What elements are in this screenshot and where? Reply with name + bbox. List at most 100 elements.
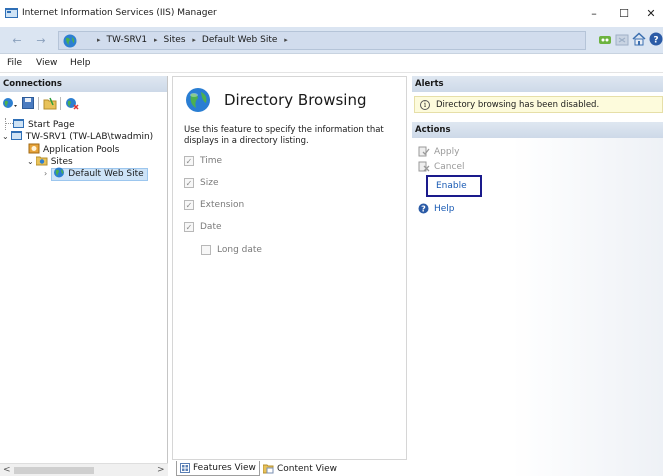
sites-folder-icon bbox=[35, 156, 48, 166]
back-button[interactable]: ← bbox=[6, 31, 28, 49]
option-time[interactable]: ✓ Time bbox=[184, 156, 222, 166]
chevron-right-icon[interactable]: › bbox=[44, 169, 47, 178]
breadcrumb-separator: ▸ bbox=[192, 36, 196, 44]
website-globe-icon bbox=[54, 167, 65, 178]
chevron-down-icon[interactable]: ⌄ bbox=[2, 132, 9, 141]
option-label-extension: Extension bbox=[200, 200, 245, 210]
checkbox-long-date[interactable] bbox=[201, 245, 211, 255]
title-bar: Internet Information Services (IIS) Mana… bbox=[0, 0, 663, 27]
tree-item-start-page[interactable]: Start Page bbox=[5, 118, 75, 130]
stop-icon[interactable] bbox=[615, 33, 629, 47]
view-tabs: Features View Content View bbox=[172, 460, 407, 476]
checkbox-extension[interactable]: ✓ bbox=[184, 200, 194, 210]
option-label-date: Date bbox=[200, 222, 222, 232]
checkbox-time[interactable]: ✓ bbox=[184, 156, 194, 166]
tree-selected-node[interactable]: Default Web Site bbox=[51, 167, 148, 181]
disconnect-icon[interactable] bbox=[65, 97, 79, 110]
horizontal-scrollbar[interactable]: < > bbox=[0, 463, 168, 476]
alert-message-box: i Directory browsing has been disabled. bbox=[414, 96, 663, 113]
actions-header: Actions bbox=[412, 122, 663, 138]
action-cancel[interactable]: Cancel bbox=[418, 161, 465, 172]
scroll-right-arrow[interactable]: > bbox=[157, 465, 165, 475]
network-icon[interactable] bbox=[598, 33, 612, 47]
save-icon[interactable] bbox=[22, 97, 34, 109]
menu-file[interactable]: File bbox=[7, 58, 22, 68]
content-view-icon bbox=[263, 464, 274, 473]
tab-label-content: Content View bbox=[277, 463, 338, 474]
breadcrumb-separator: ▸ bbox=[154, 36, 158, 44]
breadcrumb-sites[interactable]: Sites bbox=[164, 35, 186, 45]
action-help[interactable]: ? Help bbox=[418, 203, 455, 214]
checkbox-size[interactable]: ✓ bbox=[184, 178, 194, 188]
features-view-icon bbox=[180, 463, 190, 473]
address-box[interactable]: ▸ TW-SRV1 ▸ Sites ▸ Default Web Site ▸ bbox=[58, 31, 586, 50]
tab-label-features: Features View bbox=[193, 463, 256, 473]
tree-label-app-pools: Application Pools bbox=[43, 145, 120, 155]
tree-item-app-pools[interactable]: Application Pools bbox=[28, 143, 119, 155]
enable-highlight-box bbox=[426, 175, 482, 197]
create-folder-icon[interactable] bbox=[43, 97, 57, 110]
feature-description: Use this feature to specify the informat… bbox=[184, 125, 384, 146]
breadcrumb-separator: ▸ bbox=[97, 36, 101, 44]
server-icon bbox=[10, 131, 22, 140]
cancel-icon bbox=[418, 161, 430, 172]
help-icon: ? bbox=[418, 203, 429, 214]
forward-button[interactable]: → bbox=[30, 31, 52, 49]
feature-title: Directory Browsing bbox=[224, 91, 367, 109]
menu-view[interactable]: View bbox=[36, 58, 57, 68]
scrollbar-thumb[interactable] bbox=[14, 467, 94, 474]
breadcrumb: ▸ TW-SRV1 ▸ Sites ▸ Default Web Site ▸ bbox=[97, 35, 294, 45]
svg-text:?: ? bbox=[421, 205, 426, 214]
apply-icon bbox=[418, 146, 430, 157]
application-pools-icon bbox=[28, 143, 40, 154]
tree-item-default-web-site[interactable]: › Default Web Site bbox=[44, 167, 148, 181]
info-icon: i bbox=[420, 99, 430, 110]
window-title: Internet Information Services (IIS) Mana… bbox=[22, 8, 217, 18]
breadcrumb-separator: ▸ bbox=[284, 36, 288, 44]
option-label-size: Size bbox=[200, 178, 219, 188]
tab-content-view[interactable]: Content View bbox=[260, 461, 340, 476]
scroll-left-arrow[interactable]: < bbox=[3, 465, 11, 475]
alerts-header: Alerts bbox=[412, 76, 663, 92]
breadcrumb-default-web-site[interactable]: Default Web Site bbox=[202, 35, 278, 45]
tree-label-sites: Sites bbox=[50, 157, 73, 167]
svg-text:?: ? bbox=[653, 36, 658, 46]
chevron-down-icon[interactable]: ⌄ bbox=[27, 157, 34, 166]
tree-label-server: TW-SRV1 (TW-LAB\twadmin) bbox=[25, 132, 154, 142]
breadcrumb-server[interactable]: TW-SRV1 bbox=[107, 35, 148, 45]
minimize-button[interactable]: – bbox=[582, 4, 606, 22]
option-size[interactable]: ✓ Size bbox=[184, 178, 218, 188]
iis-app-icon bbox=[5, 8, 18, 18]
tree-item-sites[interactable]: ⌄ Sites bbox=[27, 155, 73, 167]
home-icon[interactable] bbox=[632, 32, 646, 46]
maximize-button[interactable]: ☐ bbox=[612, 4, 636, 22]
help-icon[interactable]: ? bbox=[649, 32, 663, 46]
toolbar-divider bbox=[60, 97, 61, 110]
connections-pane: Connections Start Page ⌄ TW-SRV1 (TW-LAB bbox=[0, 76, 168, 476]
option-date[interactable]: ✓ Date bbox=[184, 222, 222, 232]
tree-label-default-web-site: Default Web Site bbox=[68, 169, 144, 179]
action-label-help: Help bbox=[434, 203, 455, 214]
action-label-apply: Apply bbox=[434, 146, 460, 157]
tree-connector bbox=[5, 123, 13, 124]
checkbox-date[interactable]: ✓ bbox=[184, 222, 194, 232]
option-label-time: Time bbox=[200, 156, 223, 166]
option-label-long-date: Long date bbox=[217, 245, 262, 255]
alert-message: Directory browsing has been disabled. bbox=[436, 99, 600, 110]
start-page-icon bbox=[13, 119, 24, 128]
close-button[interactable]: ✕ bbox=[639, 4, 663, 22]
feature-pane: Directory Browsing Use this feature to s… bbox=[172, 76, 407, 460]
tree-label-start-page: Start Page bbox=[28, 120, 75, 130]
menu-help[interactable]: Help bbox=[70, 58, 91, 68]
option-long-date[interactable]: Long date bbox=[201, 245, 262, 255]
connections-header: Connections bbox=[0, 76, 167, 92]
menu-bar: File View Help bbox=[0, 54, 663, 73]
tree-item-server[interactable]: ⌄ TW-SRV1 (TW-LAB\twadmin) bbox=[2, 130, 153, 142]
connect-icon[interactable] bbox=[2, 97, 18, 110]
tab-features-view[interactable]: Features View bbox=[176, 461, 260, 476]
toolbar-divider bbox=[38, 97, 39, 110]
action-apply[interactable]: Apply bbox=[418, 146, 459, 157]
option-extension[interactable]: ✓ Extension bbox=[184, 200, 244, 210]
actions-pane: Alerts i Directory browsing has been disa… bbox=[412, 76, 663, 476]
action-label-cancel: Cancel bbox=[434, 161, 465, 172]
